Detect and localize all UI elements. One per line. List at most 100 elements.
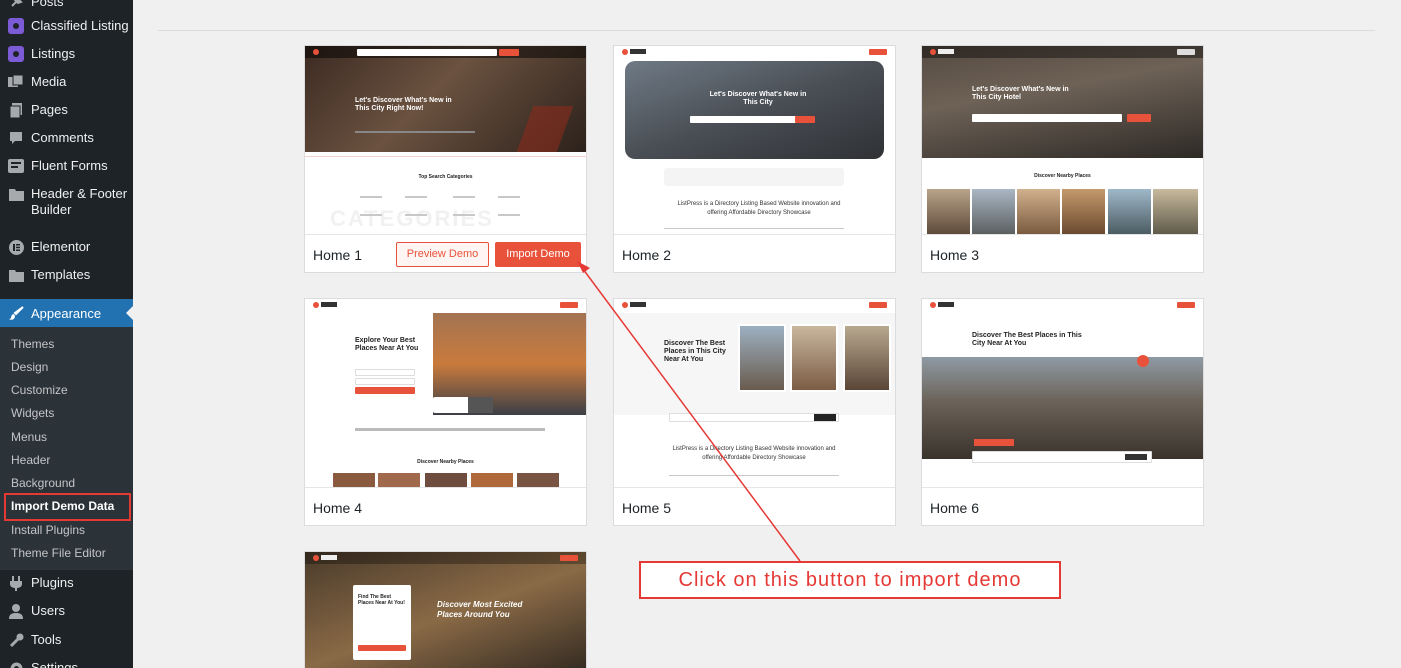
tools-icon [8,632,24,648]
sidebar-item-listings[interactable]: Listings [0,46,133,62]
sidebar-item-settings[interactable]: Settings [0,660,133,668]
annotation-callout: Click on this button to import demo [639,561,1061,599]
comments-icon [8,130,24,146]
sidebar-item-label: Media [31,74,67,89]
demo-thumbnail[interactable]: Discover The Best Places in This City Ne… [614,299,895,487]
submenu-customize[interactable]: Customize [11,383,68,397]
classified-listing-icon [8,18,24,34]
appearance-submenu: Themes Design Customize Widgets Menus He… [0,327,133,570]
card-footer: Home 6 [922,487,1203,525]
sidebar-item-media[interactable]: Media [0,74,133,90]
demo-card-home-6: Discover The Best Places in This City Ne… [921,298,1204,526]
place-photo [790,324,838,392]
place-photo [1108,189,1151,234]
hero-heading: Find The Best Places Near At You! [358,594,405,606]
section-title: Top Search Categories [418,174,473,180]
demo-title: Home 4 [313,500,363,516]
nav-strip [614,46,895,58]
settings-icon [8,660,24,668]
sidebar-item-elementor[interactable]: Elementor [0,239,133,255]
demo-thumbnail[interactable]: Let's Discover What's New in This City R… [305,46,586,234]
nav-strip [922,299,1203,311]
submenu-widgets[interactable]: Widgets [11,406,54,420]
sidebar-item-posts[interactable]: Posts [0,0,133,10]
hero-heading: Let's Discover What's New in This City [709,91,807,106]
submenu-install-plugins[interactable]: Install Plugins [11,523,85,537]
sidebar-item-label: Tools [31,632,62,647]
sidebar-item-appearance[interactable]: Appearance [0,299,133,327]
card-footer: Home 3 [922,234,1203,272]
demo-card-home-7: Find The Best Places Near At You! Discov… [304,551,587,668]
sidebar-item-pages[interactable]: Pages [0,102,133,118]
preview-demo-button[interactable]: Preview Demo [396,242,489,267]
hero-image: Let's Discover What's New in This City [625,61,884,159]
demo-title: Home 1 [313,247,363,263]
submenu-theme-file-editor[interactable]: Theme File Editor [11,546,106,560]
fluent-forms-icon [8,158,24,174]
card-footer: Home 4 [305,487,586,525]
place-photo [1153,189,1198,234]
folder-icon [8,267,24,283]
sidebar-item-templates[interactable]: Templates [0,267,133,283]
elementor-icon [8,239,24,255]
place-photo [1017,189,1060,234]
hero-heading: Discover The Best Places in This City Ne… [972,332,1082,347]
sidebar-item-label: Templates [31,267,91,282]
submenu-header[interactable]: Header [11,453,50,467]
demo-thumbnail[interactable]: Let's Discover What's New in This City H… [922,46,1203,234]
demo-card-home-2: Let's Discover What's New in This City L… [613,45,896,273]
card-footer: Home 1 Preview Demo Import Demo [305,234,586,272]
sidebar-item-label: Comments [31,130,94,145]
demo-thumbnail[interactable]: Let's Discover What's New in This City L… [614,46,895,234]
submenu-themes[interactable]: Themes [11,337,54,351]
sidebar-item-header-footer-builder[interactable]: Header & Footer Builder [0,186,133,218]
section-title: ListPress is a Directory Listing Based W… [672,446,836,461]
pin-icon [8,0,24,10]
nav-strip [614,299,895,311]
brush-icon [8,305,24,321]
sidebar-item-label: Posts [31,0,64,9]
sidebar-item-tools[interactable]: Tools [0,632,133,648]
hero-heading: Let's Discover What's New in This City R… [355,97,452,112]
pages-icon [8,102,24,118]
hero-image: Let's Discover What's New in This City H… [922,46,1203,158]
nav-strip [305,299,586,311]
demo-thumbnail[interactable]: Find The Best Places Near At You! Discov… [305,552,586,668]
sidebar-item-label: Classified Listing [31,18,129,33]
sidebar-item-plugins[interactable]: Plugins [0,575,133,591]
sidebar-item-label: Elementor [31,239,91,254]
place-photo [843,324,891,392]
media-icon [8,74,24,90]
annotation-highlight-box [4,493,131,521]
sidebar-item-fluent-forms[interactable]: Fluent Forms [0,158,133,174]
demo-thumbnail[interactable]: Explore Your Best Places Near At You Dis… [305,299,586,487]
section-title: Discover Most Excited Places Around You [437,600,523,619]
users-icon [8,603,24,619]
import-demo-button[interactable]: Import Demo [495,242,581,267]
submenu-background[interactable]: Background [11,476,75,490]
submenu-menus[interactable]: Menus [11,430,47,444]
demo-title: Home 5 [622,500,672,516]
sidebar-item-comments[interactable]: Comments [0,130,133,146]
demo-card-home-1: Let's Discover What's New in This City R… [304,45,587,273]
sidebar-item-label: Plugins [31,575,74,590]
demo-title: Home 2 [622,247,672,263]
hero-image: Find The Best Places Near At You! Discov… [305,552,586,668]
sidebar-item-label: Listings [31,46,76,61]
place-photo [927,189,970,234]
hero-image: Let's Discover What's New in This City R… [305,46,586,152]
submenu-design[interactable]: Design [11,360,48,374]
sidebar-item-users[interactable]: Users [0,603,133,619]
admin-sidebar: Posts Classified Listing Listings Media … [0,0,133,668]
sidebar-item-classified-listing[interactable]: Classified Listing [0,18,133,34]
card-footer: Home 2 [614,234,895,272]
section-title: Discover Nearby Places [417,459,474,465]
place-photo [1062,189,1105,234]
section-title: Discover Nearby Places [1034,173,1091,179]
hero-heading: Discover The Best Places in This City Ne… [664,340,726,363]
demo-thumbnail[interactable]: Discover The Best Places in This City Ne… [922,299,1203,487]
card-footer: Home 5 [614,487,895,525]
demo-title: Home 6 [930,500,980,516]
sidebar-item-label: Settings [31,660,78,668]
sidebar-item-label: Fluent Forms [31,158,108,173]
